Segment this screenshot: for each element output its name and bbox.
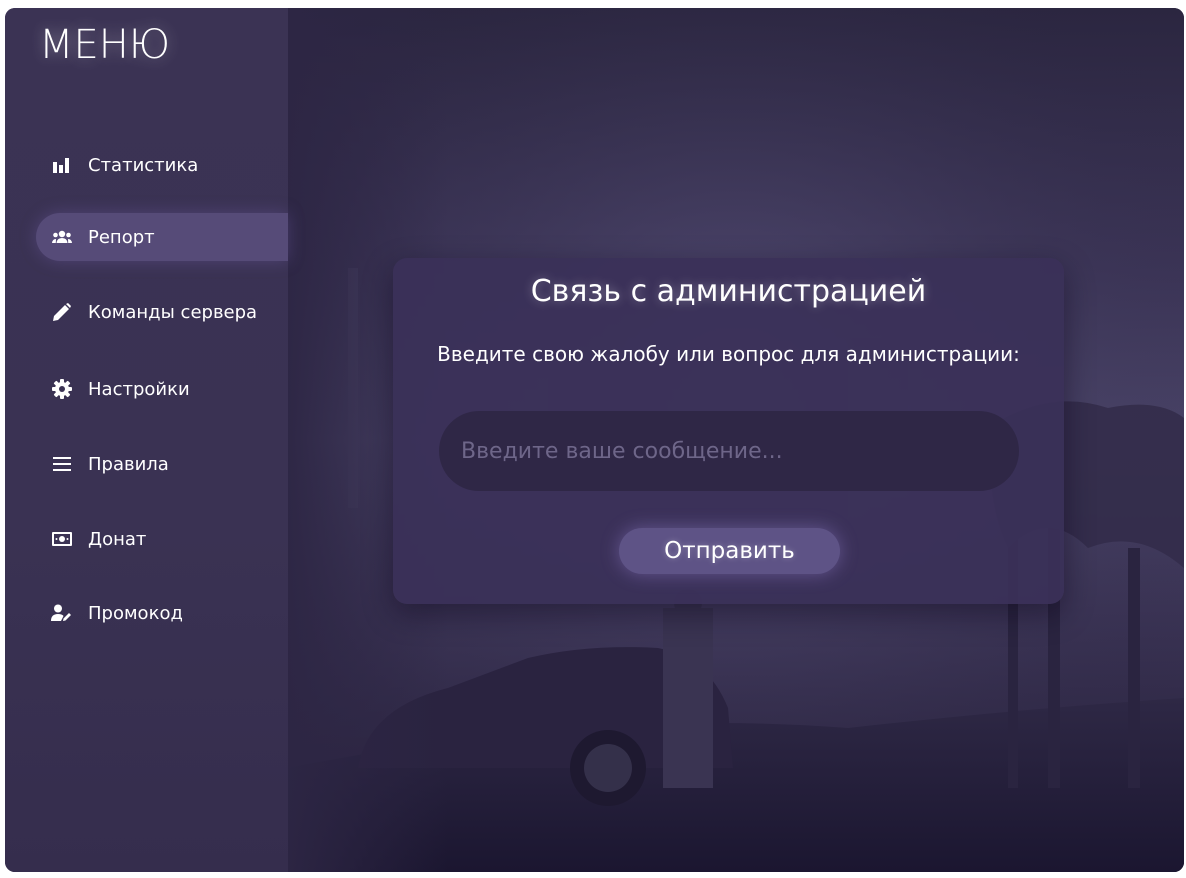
list-icon <box>51 453 73 475</box>
sidebar-item-statistics[interactable]: Статистика <box>36 141 288 189</box>
pencil-icon <box>51 301 73 323</box>
sidebar-item-report[interactable]: Репорт <box>36 213 288 261</box>
report-card: Связь с администрацией Введите свою жало… <box>393 258 1064 604</box>
users-icon <box>51 226 73 248</box>
gear-icon <box>51 378 73 400</box>
sidebar-item-label: Промокод <box>88 602 183 624</box>
sidebar-item-label: Донат <box>88 528 147 550</box>
report-title: Связь с администрацией <box>530 274 927 309</box>
money-icon <box>51 528 73 550</box>
sidebar-item-donate[interactable]: Донат <box>36 515 288 563</box>
sidebar-item-settings[interactable]: Настройки <box>36 365 288 413</box>
report-subtitle: Введите свою жалобу или вопрос для админ… <box>437 342 1020 366</box>
app-window: МЕНЮ Статистика Репорт Команды сервера Н… <box>5 8 1184 872</box>
menu-title: МЕНЮ <box>39 22 171 68</box>
send-button[interactable]: Отправить <box>619 528 840 574</box>
sidebar-item-server-commands[interactable]: Команды сервера <box>36 288 288 336</box>
sidebar-item-promocode[interactable]: Промокод <box>36 589 288 637</box>
sidebar: МЕНЮ Статистика Репорт Команды сервера Н… <box>5 8 288 872</box>
sidebar-item-label: Правила <box>88 453 169 475</box>
message-input[interactable] <box>439 411 1019 491</box>
sidebar-item-label: Репорт <box>88 226 155 248</box>
sidebar-item-label: Команды сервера <box>88 301 258 323</box>
sidebar-item-rules[interactable]: Правила <box>36 440 288 488</box>
bar-chart-icon <box>51 154 73 176</box>
user-edit-icon <box>51 602 73 624</box>
sidebar-item-label: Настройки <box>88 378 190 400</box>
sidebar-item-label: Статистика <box>88 154 199 176</box>
